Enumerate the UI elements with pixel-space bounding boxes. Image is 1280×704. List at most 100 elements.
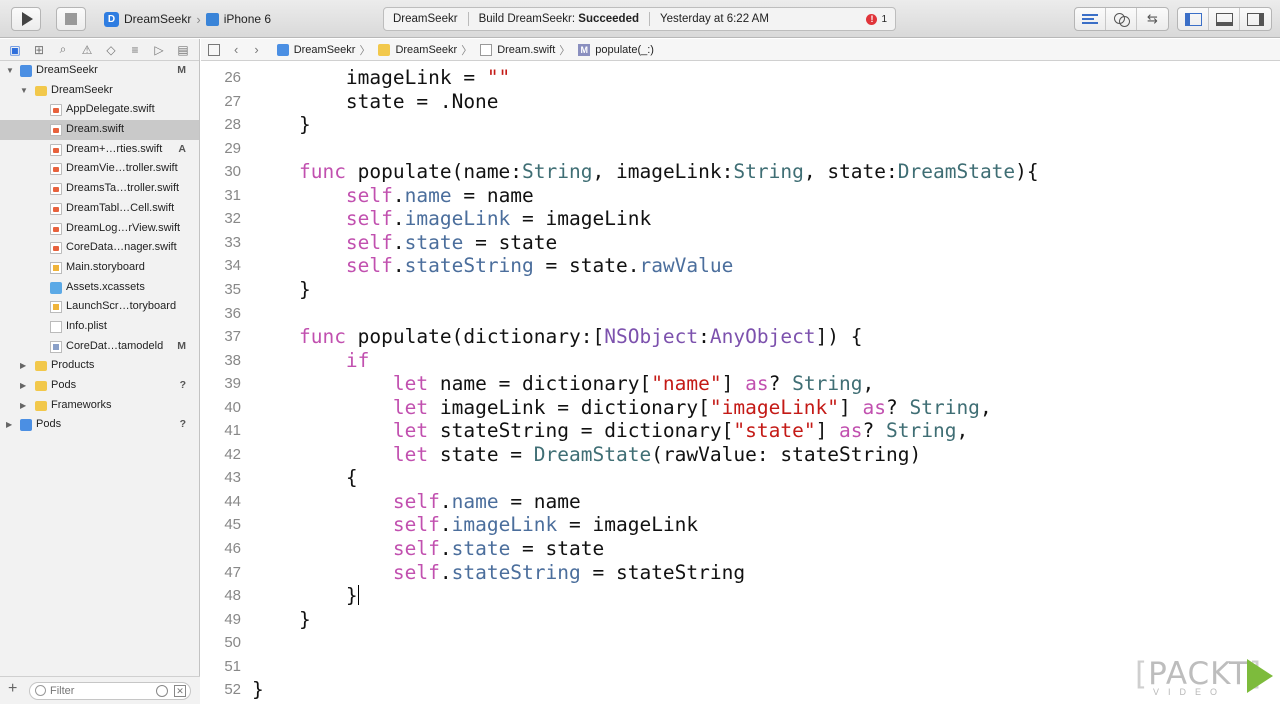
file-tree-label: Dream.swift [66, 123, 125, 136]
file-tree-item[interactable]: DreamsTa…troller.swift [0, 179, 199, 199]
report-icon[interactable]: ▤ [174, 43, 192, 57]
code-text: self.name = name [392, 489, 581, 513]
text-cursor [357, 585, 359, 606]
file-tree-label: Frameworks [51, 398, 112, 411]
file-tree-label: CoreData…nager.swift [66, 241, 177, 254]
file-tree-item[interactable]: ▶ Frameworks [0, 396, 199, 416]
file-tree-item[interactable]: LaunchScr…toryboard [0, 297, 199, 317]
standard-editor-icon [1082, 14, 1098, 24]
divider [467, 12, 469, 26]
code-line: 34 self.stateString = state.rawValue [201, 254, 1280, 278]
file-tree-item[interactable]: CoreDat…tamodeld M [0, 337, 199, 357]
recent-files-icon[interactable] [156, 685, 168, 697]
run-button[interactable] [11, 7, 41, 31]
breadcrumb-label: Dream.swift [497, 43, 556, 56]
plist-file-icon [50, 320, 62, 333]
line-number: 26 [224, 69, 241, 86]
code-line: 36 [201, 302, 1280, 326]
scm-filter-icon[interactable]: ✕ [174, 685, 186, 697]
breakpoint-icon[interactable]: ▷ [150, 43, 168, 57]
search-icon[interactable]: ⌕ [54, 42, 72, 57]
code-line: 37 func populate(dictionary:[NSObject:An… [201, 325, 1280, 349]
storyboard-icon [50, 261, 62, 274]
add-file-button[interactable]: + [8, 680, 17, 698]
breadcrumb-file[interactable]: Dream.swift [480, 43, 556, 56]
line-number: 51 [224, 657, 241, 675]
utilities-panel-icon [1247, 12, 1264, 26]
breadcrumb-project[interactable]: DreamSeekr [276, 43, 355, 56]
file-tree-item[interactable]: DreamTabl…Cell.swift [0, 199, 199, 219]
version-editor-button[interactable]: ⇆ [1137, 8, 1168, 30]
test-diamond-icon[interactable]: ◇ [102, 43, 120, 57]
filter-input[interactable] [50, 684, 150, 698]
standard-editor-button[interactable] [1075, 8, 1106, 30]
source-editor[interactable]: 26 imageLink = "" 27 state = .None 28 } 29 3… [201, 62, 1280, 704]
code-line: 48 } [201, 584, 1280, 608]
file-tree-item[interactable]: Dream.swift [0, 120, 199, 140]
swift-file-icon [50, 104, 62, 117]
code-line: 42 let state = DreamState(rawValue: stat… [201, 443, 1280, 467]
file-tree-item[interactable]: Info.plist [0, 317, 199, 337]
line-number: 46 [224, 540, 241, 557]
toggle-navigator-button[interactable] [1178, 8, 1209, 30]
data-model-icon [50, 340, 62, 353]
app-scheme-icon: D [104, 11, 119, 27]
disclosure-closed-icon[interactable]: ▶ [20, 376, 26, 396]
code-text: } [252, 584, 359, 608]
breadcrumb-method[interactable]: M populate(_:) [578, 43, 654, 56]
code-text: self.state = state [345, 230, 558, 254]
disclosure-closed-icon[interactable]: ▶ [6, 415, 12, 435]
code-line: 29 [201, 137, 1280, 161]
code-text: func populate(dictionary:[NSObject:AnyOb… [298, 325, 863, 349]
folder-icon[interactable]: ▣ [6, 43, 24, 57]
filter-field[interactable]: ✕ [29, 682, 191, 700]
file-tree-item[interactable]: ▶ Pods? [0, 415, 199, 435]
file-tree-item[interactable]: AppDelegate.swift [0, 100, 199, 120]
code-line: 46 self.state = state [201, 537, 1280, 561]
code-text: self.imageLink = imageLink [392, 513, 699, 537]
file-tree-item[interactable]: ▼ DreamSeekr [0, 81, 199, 101]
toggle-utilities-button[interactable] [1240, 8, 1271, 30]
debug-icon[interactable]: ≡ [126, 43, 144, 57]
disclosure-closed-icon[interactable]: ▶ [20, 396, 26, 416]
scheme-selector[interactable]: D DreamSeekr › iPhone 6 [100, 7, 271, 31]
file-tree-item[interactable]: Main.storyboard [0, 258, 199, 278]
stop-button[interactable] [56, 7, 86, 31]
line-number: 33 [224, 233, 241, 251]
file-tree-item[interactable]: Assets.xcassets [0, 278, 199, 298]
line-number: 38 [224, 351, 241, 369]
line-number: 28 [224, 116, 241, 134]
project-icon [20, 419, 32, 432]
file-tree-item[interactable]: Dream+…rties.swift A [0, 140, 199, 160]
issue-indicator[interactable]: ! 1 [866, 13, 887, 25]
symbol-navigator-icon[interactable]: ⊞ [30, 43, 48, 57]
breadcrumb-group[interactable]: DreamSeekr [378, 43, 457, 56]
code-text: self.stateString = stateString [392, 560, 746, 584]
file-tree-item[interactable]: CoreData…nager.swift [0, 238, 199, 258]
build-status: Succeeded [578, 13, 640, 25]
scm-status-badge: ? [179, 418, 186, 431]
storyboard-icon [50, 301, 62, 314]
toggle-debug-area-button[interactable] [1209, 8, 1240, 30]
disclosure-open-icon[interactable]: ▼ [20, 81, 28, 101]
file-tree-item[interactable]: ▶ Pods? [0, 376, 199, 396]
back-arrow-icon[interactable]: ‹ [234, 42, 238, 57]
assistant-editor-button[interactable] [1106, 8, 1137, 30]
play-arrow-icon [1247, 659, 1273, 693]
related-items-icon[interactable] [208, 43, 220, 56]
file-tree-item[interactable]: ▶ Products [0, 356, 199, 376]
code-text: self.imageLink = imageLink [345, 207, 652, 231]
line-number: 35 [224, 280, 241, 298]
disclosure-closed-icon[interactable]: ▶ [20, 356, 26, 376]
chevron-right-icon: › [196, 11, 201, 27]
code-line: 51 [201, 655, 1280, 679]
file-tree-item[interactable]: DreamVie…troller.swift [0, 159, 199, 179]
activity-viewer[interactable]: DreamSeekr Build DreamSeekr: Succeeded Y… [383, 7, 896, 31]
disclosure-open-icon[interactable]: ▼ [6, 61, 14, 81]
forward-arrow-icon[interactable]: › [254, 42, 258, 57]
line-number: 49 [224, 610, 241, 628]
file-tree-item[interactable]: ▼ DreamSeekr M [0, 61, 199, 81]
warning-icon[interactable]: ⚠ [78, 43, 96, 57]
file-tree-item[interactable]: DreamLog…rView.swift [0, 219, 199, 239]
line-number: 41 [224, 422, 241, 440]
